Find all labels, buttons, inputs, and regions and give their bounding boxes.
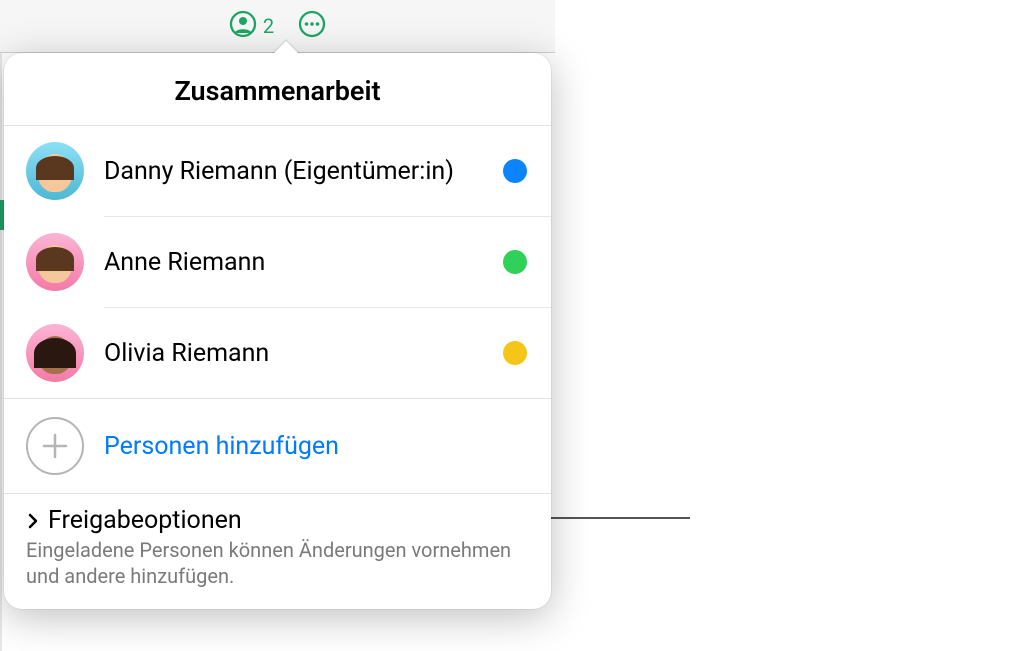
person-name: Danny Riemann (Eigentümer:in): [104, 157, 483, 186]
status-indicator: [503, 159, 527, 183]
status-indicator: [503, 341, 527, 365]
person-row[interactable]: Olivia Riemann: [4, 308, 551, 398]
person-name: Olivia Riemann: [104, 339, 483, 368]
status-indicator: [503, 250, 527, 274]
sharing-options-button[interactable]: Freigabeoptionen Eingeladene Personen kö…: [4, 494, 551, 609]
ellipsis-circle-icon: [298, 10, 326, 42]
person-circle-icon: [229, 10, 257, 42]
avatar: [26, 324, 84, 382]
chevron-right-icon: [26, 511, 40, 531]
avatar: [26, 142, 84, 200]
person-row[interactable]: Danny Riemann (Eigentümer:in): [4, 126, 551, 216]
person-row[interactable]: Anne Riemann: [4, 217, 551, 307]
sharing-options-subtitle: Eingeladene Personen können Änderungen v…: [26, 537, 529, 589]
sharing-options-title: Freigabeoptionen: [48, 506, 242, 535]
more-button[interactable]: [298, 10, 326, 42]
avatar: [26, 233, 84, 291]
add-people-button[interactable]: Personen hinzufügen: [4, 399, 551, 493]
plus-circle-icon: [26, 417, 84, 475]
participant-count: 2: [263, 14, 274, 38]
add-people-label: Personen hinzufügen: [104, 432, 339, 461]
collaboration-popover: Zusammenarbeit Danny Riemann (Eigentümer…: [4, 53, 551, 609]
participants-button[interactable]: 2: [229, 10, 274, 42]
popover-title: Zusammenarbeit: [4, 53, 551, 126]
person-name: Anne Riemann: [104, 248, 483, 277]
